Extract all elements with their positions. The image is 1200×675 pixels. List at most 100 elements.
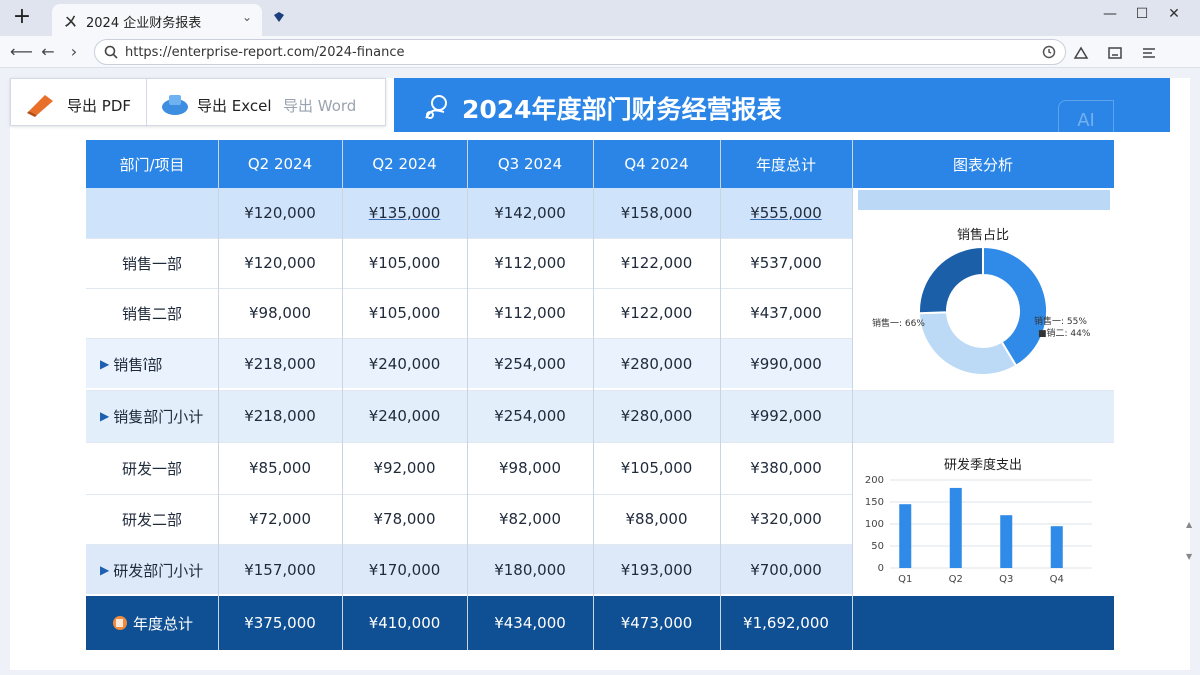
share-icon[interactable] xyxy=(1072,44,1090,62)
bar-x-tick-label: Q1 xyxy=(898,574,912,585)
row-2-label: 销售二部 xyxy=(121,304,182,323)
row-3-total: ¥990,000 xyxy=(750,355,822,373)
total-icon xyxy=(112,616,127,630)
header-department: 部门/项目 xyxy=(119,155,185,174)
excel-icon xyxy=(162,95,188,115)
row-0-q3: ¥142,000 xyxy=(494,204,566,222)
address-bar[interactable]: https://enterprise-report.com/2024-finan… xyxy=(94,39,1066,65)
row-4-q4: ¥280,000 xyxy=(620,407,693,425)
report-title: 2024年度部门财务经营报表 xyxy=(462,95,782,124)
total-annual: ¥1,692,000 xyxy=(743,614,829,632)
forward-icon[interactable]: › xyxy=(64,42,84,61)
row-0-q1: ¥120,000 xyxy=(244,204,316,222)
pie-label-slice-2: ■销二: 44% xyxy=(1038,329,1091,339)
export-excel-button[interactable]: 导出 Excel xyxy=(147,79,277,127)
row-6-q4: ¥88,000 xyxy=(625,510,688,528)
url-text: https://enterprise-report.com/2024-finan… xyxy=(125,45,405,60)
row-1-q1: ¥120,000 xyxy=(244,254,316,272)
expand-arrow-icon: ▶ xyxy=(100,357,110,371)
row-6-total: ¥320,000 xyxy=(750,510,822,528)
browser-tab[interactable]: ㄨ 2024 企业财务报表 ⌄ xyxy=(52,4,262,36)
total-q3: ¥434,000 xyxy=(494,614,566,632)
export-pdf-label: 导出 PDF xyxy=(67,97,131,115)
sidebar-icon[interactable]: ⟵ xyxy=(10,42,33,61)
back-icon[interactable]: ← xyxy=(38,42,58,61)
row-4-label: 销隻部门小计 xyxy=(113,407,204,426)
bar-y-tick-label: 100 xyxy=(865,519,884,530)
bar-y-tick-label: 0 xyxy=(878,563,884,574)
chevron-down-icon[interactable]: ⌄ xyxy=(242,10,252,24)
expand-arrow-icon: ▶ xyxy=(100,563,110,577)
close-icon[interactable]: ✕ xyxy=(1164,6,1184,22)
reload-icon[interactable] xyxy=(1041,44,1057,60)
row-7-q3: ¥180,000 xyxy=(494,561,566,579)
bar-y-tick-label: 50 xyxy=(871,541,884,552)
row-3-label: 销售î部 xyxy=(113,355,163,374)
row-6-q3: ¥82,000 xyxy=(498,510,562,528)
row-3-q2: ¥240,000 xyxy=(368,355,441,373)
row-7-q2: ¥170,000 xyxy=(368,561,441,579)
row-4-expand-toggle[interactable]: ▶ 销隻部门小计 xyxy=(86,390,218,442)
browser-tab-bar: + ㄨ 2024 企业财务报表 ⌄ — ☐ ✕ xyxy=(0,0,1200,36)
export-word-button[interactable]: 导出 Word xyxy=(277,79,387,127)
minimize-icon[interactable]: — xyxy=(1100,6,1120,22)
extension-icon[interactable] xyxy=(272,10,286,24)
export-word-label: 导出 Word xyxy=(283,97,357,115)
bar-y-tick-label: 200 xyxy=(865,475,884,486)
row-0-q4: ¥158,000 xyxy=(620,204,693,222)
pie-slice-3 xyxy=(918,246,984,315)
bar-Q1 xyxy=(899,504,912,568)
row-7-q1: ¥157,000 xyxy=(244,561,316,579)
pie-chart-panel: 销售占比 销售一: 55% ■销二: 44% 销售一: 66% xyxy=(854,190,1112,388)
scroll-down-icon[interactable]: ▼ xyxy=(1186,552,1192,561)
row-3-q4: ¥280,000 xyxy=(620,355,693,373)
menu-icon[interactable] xyxy=(1140,44,1158,62)
row-2-q2: ¥105,000 xyxy=(368,304,441,322)
row-3-q1: ¥218,000 xyxy=(244,355,316,373)
export-excel-label: 导出 Excel xyxy=(197,97,272,115)
export-pdf-button[interactable]: 导出 PDF xyxy=(11,79,147,127)
row-2-q1: ¥98,000 xyxy=(248,304,312,322)
bar-Q4 xyxy=(1050,526,1063,568)
row-5-q2: ¥92,000 xyxy=(373,459,436,477)
new-tab-icon[interactable]: + xyxy=(8,4,36,32)
row-2-total: ¥437,000 xyxy=(750,304,822,322)
total-q4: ¥473,000 xyxy=(620,614,693,632)
total-row-label-cell: 年度总计 xyxy=(86,596,218,650)
row-6-label: 研发二部 xyxy=(121,510,182,529)
bar-x-tick-label: Q4 xyxy=(1050,574,1064,585)
row-7-total: ¥700,000 xyxy=(750,561,822,579)
ai-assistant-badge[interactable]: AI xyxy=(1058,100,1114,140)
bar-x-tick-label: Q2 xyxy=(949,574,963,585)
scroll-up-icon[interactable]: ▲ xyxy=(1186,520,1192,529)
row-3-expand-toggle[interactable]: ▶ 销售î部 xyxy=(86,338,218,390)
row-7-label: 研发部门小计 xyxy=(113,561,204,580)
row-4-q1: ¥218,000 xyxy=(244,407,316,425)
tab-favicon-icon: ㄨ xyxy=(64,15,78,30)
maximize-icon[interactable]: ☐ xyxy=(1132,6,1152,22)
header-q4: Q4 2024 xyxy=(624,155,689,173)
row-1-label: 销售一部 xyxy=(121,254,182,273)
row-4-total: ¥992,000 xyxy=(750,407,822,425)
row-2-q3: ¥112,000 xyxy=(494,304,566,322)
bar-chart-panel: 研发季度支出 0 50 100 150 200 Q1 Q2 Q3 Q4 xyxy=(854,444,1112,594)
pdf-icon xyxy=(27,95,53,117)
row-1-q4: ¥122,000 xyxy=(620,254,693,272)
reading-mode-icon[interactable] xyxy=(1106,44,1124,62)
row-0-q2-link[interactable]: ¥135,000 xyxy=(342,188,467,238)
tab-title: 2024 企业财务报表 xyxy=(86,16,202,31)
report-title-banner: 2024年度部门财务经营报表 xyxy=(394,78,1170,132)
row-5-q4: ¥105,000 xyxy=(620,459,693,477)
browser-nav-bar: ⟵ ← › https://enterprise-report.com/2024… xyxy=(0,36,1200,68)
row-4-q2: ¥240,000 xyxy=(368,407,441,425)
bar-chart: 0 50 100 150 200 Q1 Q2 Q3 Q4 xyxy=(865,475,1092,585)
report-logo-icon xyxy=(425,95,447,119)
row-1-q2: ¥105,000 xyxy=(368,254,441,272)
row-7-expand-toggle[interactable]: ▶ 研发部门小计 xyxy=(86,544,218,596)
header-q3: Q3 2024 xyxy=(497,155,563,173)
row-0-total-link[interactable]: ¥555,000 xyxy=(720,188,852,238)
row-6-q2: ¥78,000 xyxy=(373,510,436,528)
row-5-q1: ¥85,000 xyxy=(248,459,312,477)
pie-chart xyxy=(918,246,1048,376)
row-5-total: ¥380,000 xyxy=(750,459,822,477)
